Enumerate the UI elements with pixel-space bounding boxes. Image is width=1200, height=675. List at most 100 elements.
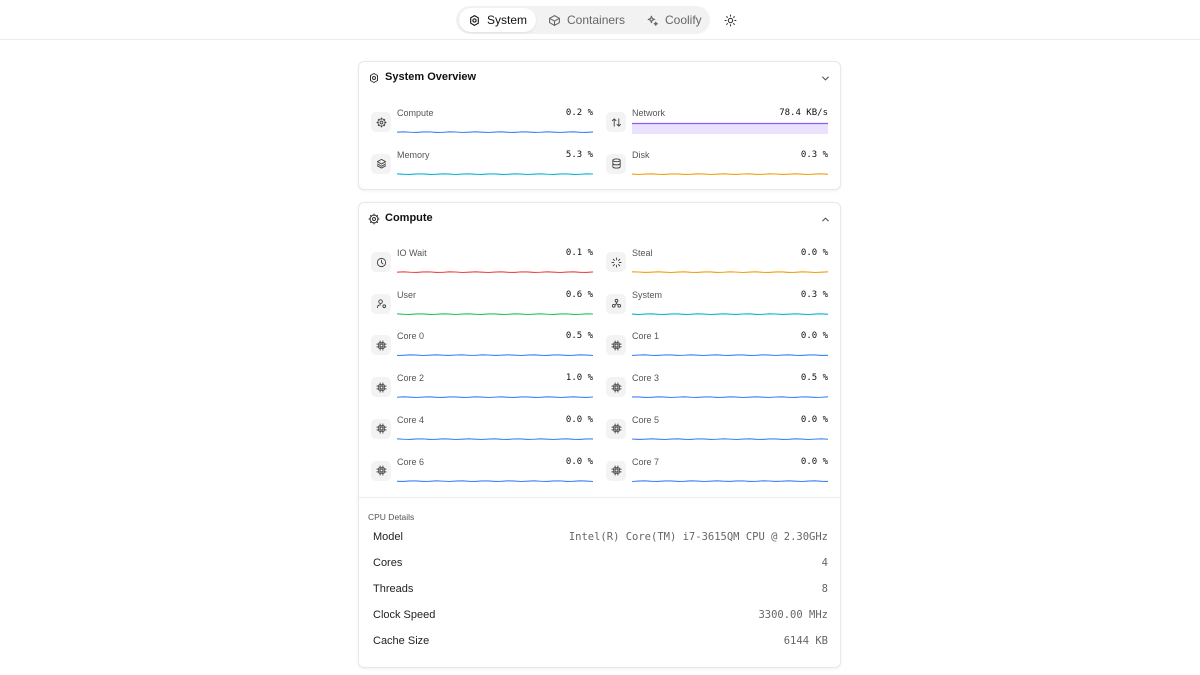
- cluster-icon: [611, 299, 621, 308]
- tab-containers[interactable]: Containers: [539, 8, 634, 32]
- detail-value: 3300.00 MHz: [758, 609, 828, 621]
- compute-header[interactable]: Compute: [359, 203, 840, 235]
- metric-value: 0.5 %: [565, 331, 593, 342]
- metric-icon-box: [606, 293, 626, 314]
- user-icon: [376, 299, 386, 309]
- metric-label: User: [397, 289, 417, 300]
- loader-icon: [610, 256, 622, 268]
- card-title: Compute: [385, 212, 433, 224]
- metric-label: Core 7: [632, 456, 660, 467]
- sparkline-line: [397, 271, 593, 274]
- cpu-details-title: CPU Details: [368, 512, 415, 522]
- metric-label: Network: [632, 108, 666, 118]
- chip-icon: [610, 423, 622, 434]
- sparkline: [397, 438, 593, 440]
- system-overview-header[interactable]: System Overview: [359, 62, 840, 94]
- system-overview-card: System Overview Compute 0.2 % Network 78.4 …: [358, 61, 841, 190]
- cpu-chip-icon: [470, 14, 479, 26]
- sparkline: [397, 271, 593, 274]
- metric-value: 0.0 %: [800, 456, 828, 467]
- metric-icon-box: [606, 418, 626, 439]
- compute-card: Compute IO Wait 0.1 % Steal 0.0 % User 0.6 % S…: [358, 202, 841, 668]
- metric-label: Compute: [397, 108, 434, 118]
- sparkline: [397, 131, 593, 134]
- metric-network: Network 78.4 KB/s: [606, 108, 828, 144]
- sparkline-line: [397, 131, 593, 134]
- sparkline: [632, 354, 828, 357]
- metric-icon-box: [371, 377, 391, 398]
- metric-value: 0.0 %: [565, 414, 593, 425]
- sparkline-line: [397, 396, 593, 399]
- metric-value: 0.0 %: [800, 414, 828, 425]
- detail-key: Cores: [373, 557, 403, 569]
- card-title: System Overview: [385, 71, 477, 83]
- metric-value: 0.6 %: [565, 289, 593, 300]
- metric-system: System 0.3 %: [606, 290, 828, 326]
- metric-label: System: [632, 289, 663, 300]
- metric-label: Core 3: [632, 373, 660, 384]
- metric-icon-box: [371, 153, 391, 174]
- chip-icon: [610, 340, 622, 351]
- sparkline: [632, 438, 828, 440]
- sparkline-line: [397, 354, 593, 357]
- metric-value: 0.2 %: [565, 108, 593, 118]
- metric-icon-box: [371, 460, 391, 481]
- metric-value: 0.0 %: [800, 248, 828, 258]
- cpu-chip-icon: [370, 73, 378, 83]
- sparkline: [632, 271, 828, 274]
- chevron-down-icon: [822, 76, 829, 81]
- sparkline-line: [632, 479, 828, 482]
- detail-value: 6144 KB: [783, 635, 828, 647]
- metric-value: 0.3 %: [800, 149, 828, 160]
- sparkline-line: [632, 172, 828, 175]
- theme-toggle-button[interactable]: [722, 12, 738, 28]
- database-icon: [611, 158, 621, 169]
- sparkline-line: [632, 396, 828, 399]
- metric-value: 5.3 %: [565, 149, 593, 160]
- chip-icon: [375, 465, 387, 476]
- sparkline-line: [397, 479, 593, 482]
- detail-key: Clock Speed: [373, 609, 436, 621]
- metric-icon-box: [606, 153, 626, 174]
- sparkline: [632, 122, 828, 134]
- clock-icon: [376, 257, 386, 267]
- metric-label: Core 0: [397, 331, 425, 342]
- metric-value: 0.3 %: [800, 289, 828, 300]
- sparkline: [397, 396, 593, 399]
- detail-key: Cache Size: [373, 635, 430, 647]
- chip-icon: [375, 382, 387, 393]
- detail-key: Threads: [373, 583, 414, 595]
- top-bar: System Containers Coolify: [0, 0, 1200, 40]
- sparkline-line: [397, 312, 593, 315]
- metric-label: Core 6: [397, 456, 425, 467]
- detail-value: 8: [821, 583, 828, 595]
- detail-value: 4: [821, 557, 828, 569]
- detail-key: Model: [373, 531, 403, 543]
- metric-label: IO Wait: [397, 248, 427, 258]
- metric-value: 0.0 %: [800, 331, 828, 342]
- cpu-detail-row: Clock Speed 3300.00 MHz: [373, 607, 828, 625]
- metric-icon-box: [606, 335, 626, 356]
- detail-value: Intel(R) Core(TM) i7-3615QM CPU @ 2.30GH…: [568, 531, 828, 543]
- sparkline: [632, 172, 828, 175]
- cpu-detail-row: Model Intel(R) Core(TM) i7-3615QM CPU @ 2…: [373, 529, 828, 547]
- metric-io-wait: IO Wait 0.1 %: [371, 248, 593, 284]
- metric-value: 0.0 %: [565, 456, 593, 467]
- divider: [359, 497, 840, 498]
- sparkles-icon: [647, 15, 658, 26]
- gear-icon: [368, 213, 380, 225]
- tab-label: System: [487, 13, 528, 27]
- chip-icon: [610, 465, 622, 476]
- sparkline-line: [397, 172, 593, 175]
- metric-icon-box: [371, 335, 391, 356]
- sparkline: [397, 479, 593, 482]
- sparkline-area: [632, 123, 828, 134]
- tab-system[interactable]: System: [459, 8, 537, 32]
- metric-core-3: Core 3 0.5 %: [606, 373, 828, 409]
- sparkline-line: [632, 438, 828, 440]
- sparkline-line: [397, 438, 593, 440]
- metric-core-6: Core 6 0.0 %: [371, 457, 593, 493]
- tab-label: Containers: [567, 13, 626, 27]
- metric-user: User 0.6 %: [371, 290, 593, 326]
- tab-coolify[interactable]: Coolify: [637, 8, 711, 32]
